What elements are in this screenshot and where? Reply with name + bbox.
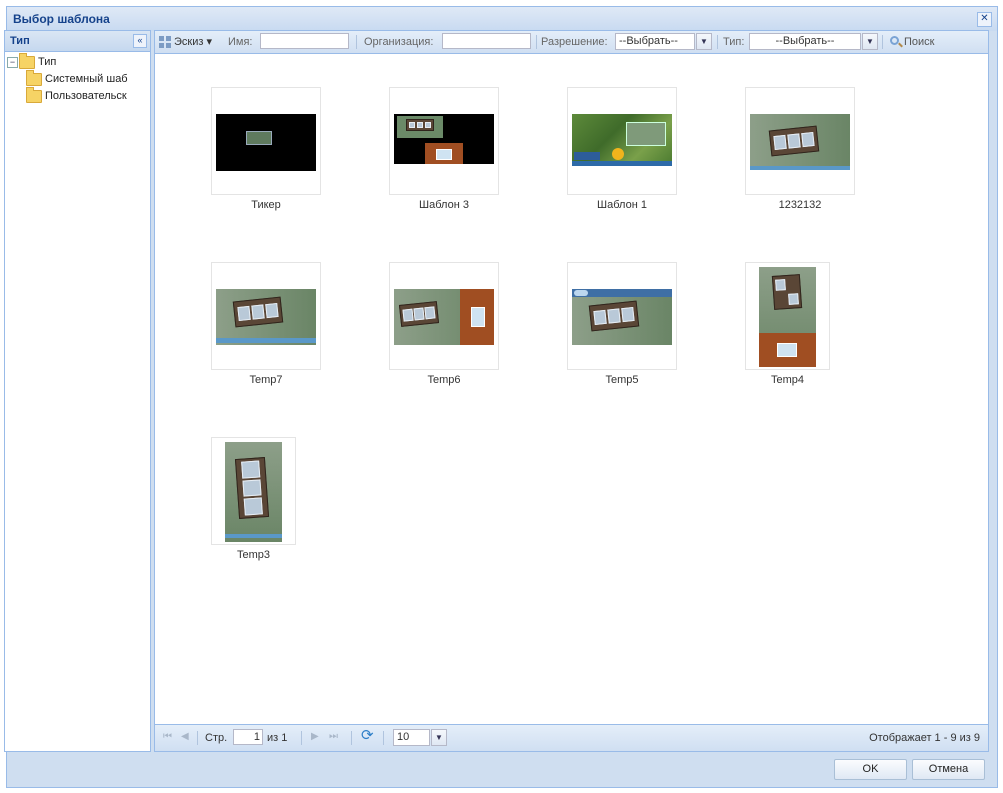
template-tile[interactable]: Temp6 (389, 262, 499, 386)
template-name: Temp6 (427, 374, 461, 386)
template-name: Тикер (251, 199, 281, 211)
template-tile[interactable]: 1232132 (745, 87, 855, 211)
toolbar-separator (301, 731, 302, 745)
dialog-titlebar[interactable]: Выбор шаблона ✕ (7, 7, 997, 31)
tree-node-user[interactable]: Пользовательск (7, 87, 150, 105)
template-name: Шаблон 1 (597, 199, 647, 211)
template-tile[interactable]: Temp7 (211, 262, 321, 386)
page-size-dropdown-icon[interactable]: ▼ (431, 729, 447, 746)
template-name: Temp7 (249, 374, 283, 386)
page-total-label: из 1 (267, 732, 288, 744)
folder-icon (26, 70, 42, 86)
refresh-icon[interactable]: ⟳ (361, 728, 374, 743)
organization-label: Организация: (364, 36, 434, 48)
tree-node-label: Пользовательск (45, 90, 127, 102)
tree-node-root[interactable]: − Тип (7, 53, 150, 71)
tree-collapse-icon[interactable]: − (7, 57, 18, 68)
toolbar-separator (536, 35, 537, 49)
page-size-select[interactable]: 10 (393, 729, 430, 746)
template-name: Temp4 (770, 374, 805, 386)
template-name: Temp5 (605, 374, 639, 386)
toolbar-separator (351, 731, 352, 745)
folder-open-icon (19, 53, 35, 69)
template-tile[interactable]: Шаблон 1 (567, 87, 677, 211)
view-mode-menu[interactable]: Эскиз ▾ (174, 34, 212, 50)
dialog-title: Выбор шаблона (13, 12, 110, 26)
collapse-panel-icon[interactable]: « (133, 34, 147, 48)
thumbnail-view-icon[interactable] (159, 36, 171, 48)
template-name: Шаблон 3 (419, 199, 469, 211)
template-thumbnail[interactable] (745, 87, 855, 195)
template-thumbnail[interactable] (389, 262, 499, 370)
close-icon[interactable]: ✕ (977, 12, 992, 27)
template-name: 1232132 (778, 199, 822, 211)
ok-button[interactable]: OK (834, 759, 907, 780)
template-thumbnails: Тикер Шаблон 3 Шаблон 1 1232132 Temp7 Te… (155, 54, 988, 724)
folder-icon (26, 87, 42, 103)
type-panel-header: Тип « (5, 31, 150, 52)
type-panel-title: Тип (10, 35, 30, 47)
page-label: Стр. (205, 732, 228, 744)
template-tile[interactable]: Temp5 (567, 262, 677, 386)
template-name: Temp3 (236, 549, 271, 561)
organization-input[interactable] (442, 33, 531, 49)
template-tile[interactable]: Тикер (211, 87, 321, 211)
type-panel: Тип « − Тип Системный шаб Пользовательск (4, 30, 151, 752)
resolution-select[interactable]: --Выбрать-- (615, 33, 695, 50)
template-gallery-panel: Эскиз ▾ Имя: Организация: Разрешение: --… (154, 30, 989, 752)
type-dropdown-icon[interactable]: ▼ (862, 33, 878, 50)
toolbar-separator (383, 731, 384, 745)
first-page-icon[interactable]: ⏮ (163, 731, 172, 742)
prev-page-icon[interactable]: ◀ (181, 731, 189, 742)
template-thumbnail[interactable] (745, 262, 830, 370)
cancel-button[interactable]: Отмена (912, 759, 985, 780)
last-page-icon[interactable]: ⏭ (329, 731, 338, 742)
filter-toolbar: Эскиз ▾ Имя: Организация: Разрешение: --… (155, 31, 988, 54)
chevron-down-icon: ▾ (206, 36, 213, 48)
page-number-input[interactable]: 1 (233, 729, 263, 745)
template-tile[interactable]: Шаблон 3 (389, 87, 499, 211)
toolbar-separator (717, 35, 718, 49)
toolbar-separator (882, 35, 883, 49)
toolbar-separator (197, 731, 198, 745)
resolution-label: Разрешение: (541, 36, 608, 48)
resolution-dropdown-icon[interactable]: ▼ (696, 33, 712, 50)
next-page-icon[interactable]: ▶ (311, 731, 319, 742)
type-label: Тип: (723, 36, 745, 48)
toolbar-separator (356, 35, 357, 49)
template-thumbnail[interactable] (211, 437, 296, 545)
template-tile[interactable]: Temp4 (745, 262, 830, 386)
type-tree: − Тип Системный шаб Пользовательск (5, 52, 150, 105)
template-thumbnail[interactable] (211, 262, 321, 370)
paging-status: Отображает 1 - 9 из 9 (869, 732, 980, 744)
template-thumbnail[interactable] (211, 87, 321, 195)
template-tile[interactable]: Temp3 (211, 437, 296, 561)
search-button[interactable]: Поиск (904, 34, 934, 50)
template-thumbnail[interactable] (567, 87, 677, 195)
tree-node-label: Системный шаб (45, 73, 128, 85)
template-thumbnail[interactable] (389, 87, 499, 195)
type-select[interactable]: --Выбрать-- (749, 33, 861, 50)
tree-node-system[interactable]: Системный шаб (7, 70, 150, 88)
search-icon (890, 36, 899, 45)
name-label: Имя: (228, 36, 253, 48)
tree-node-label: Тип (38, 56, 57, 68)
name-input[interactable] (260, 33, 349, 49)
template-thumbnail[interactable] (567, 262, 677, 370)
paging-toolbar: ⏮ ◀ Стр. 1 из 1 ▶ ⏭ ⟳ 10 ▼ Отображает 1 … (155, 724, 988, 751)
